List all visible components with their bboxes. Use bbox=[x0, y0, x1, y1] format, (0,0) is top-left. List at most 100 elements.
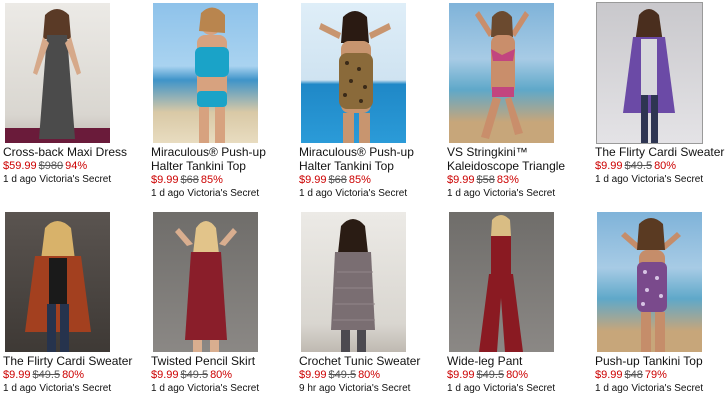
listing-meta: 9 hr ago Victoria's Secret bbox=[299, 383, 445, 395]
product-card[interactable]: Crochet Tunic Sweater $9.99 $49.5 80% 9 hr… bbox=[299, 212, 445, 395]
discount-percent: 80% bbox=[62, 369, 85, 381]
listing-meta: 1 d ago Victoria's Secret bbox=[3, 174, 149, 186]
posted-age: 1 d ago bbox=[151, 188, 185, 199]
product-card[interactable]: Miraculous® Push-up Halter Tankini Top $… bbox=[299, 3, 445, 200]
price-line: $9.99 $49.5 80% bbox=[299, 369, 445, 382]
sale-price: $9.99 bbox=[299, 369, 327, 381]
product-image[interactable] bbox=[301, 3, 406, 143]
product-image[interactable] bbox=[449, 3, 554, 143]
product-image[interactable] bbox=[301, 212, 406, 352]
store-name[interactable]: Victoria's Secret bbox=[39, 383, 111, 394]
discount-percent: 80% bbox=[358, 369, 381, 381]
posted-age: 1 d ago bbox=[447, 188, 481, 199]
store-name[interactable]: Victoria's Secret bbox=[39, 174, 111, 185]
posted-age: 1 d ago bbox=[3, 174, 37, 185]
listing-meta: 1 d ago Victoria's Secret bbox=[595, 174, 727, 186]
sale-price: $9.99 bbox=[595, 369, 623, 381]
discount-percent: 83% bbox=[496, 174, 519, 186]
product-card[interactable]: Push-up Tankini Top $9.99 $48 79% 1 d ago V… bbox=[595, 212, 727, 395]
posted-age: 1 d ago bbox=[151, 383, 185, 394]
product-image[interactable] bbox=[449, 212, 554, 352]
price-line: $9.99 $49.5 80% bbox=[3, 369, 149, 382]
store-name[interactable]: Victoria's Secret bbox=[339, 383, 411, 394]
model-figure bbox=[479, 215, 523, 352]
model-figure bbox=[319, 11, 391, 143]
product-card[interactable]: VS Stringkini™ Kaleidoscope Triangle $9.… bbox=[447, 3, 593, 200]
product-grid: Cross-back Maxi Dress $59.99 $980 94% 1 d … bbox=[0, 0, 727, 405]
original-price: $49.5 bbox=[32, 369, 61, 381]
product-title[interactable]: Cross-back Maxi Dress bbox=[3, 145, 149, 159]
product-title[interactable]: Push-up Tankini Top bbox=[595, 354, 727, 368]
product-title[interactable]: The Flirty Cardi Sweater bbox=[595, 145, 727, 159]
product-card[interactable]: Twisted Pencil Skirt $9.99 $49.5 80% 1 d a… bbox=[151, 212, 297, 395]
sale-price: $9.99 bbox=[299, 174, 327, 186]
listing-meta: 1 d ago Victoria's Secret bbox=[151, 188, 297, 200]
discount-percent: 94% bbox=[65, 160, 88, 172]
price-line: $9.99 $68 85% bbox=[151, 174, 297, 187]
listing-meta: 1 d ago Victoria's Secret bbox=[447, 188, 593, 200]
listing-meta: 1 d ago Victoria's Secret bbox=[447, 383, 593, 395]
product-image[interactable] bbox=[596, 2, 703, 144]
original-price: $68 bbox=[328, 174, 347, 186]
sale-price: $59.99 bbox=[3, 160, 37, 172]
store-name[interactable]: Victoria's Secret bbox=[631, 174, 703, 185]
posted-age: 1 d ago bbox=[595, 383, 629, 394]
posted-age: 1 d ago bbox=[299, 188, 333, 199]
model-figure bbox=[621, 218, 681, 352]
original-price: $68 bbox=[180, 174, 199, 186]
listing-meta: 1 d ago Victoria's Secret bbox=[595, 383, 727, 395]
product-card[interactable]: Miraculous® Push-up Halter Tankini Top $… bbox=[151, 3, 297, 200]
sale-price: $9.99 bbox=[3, 369, 31, 381]
product-title[interactable]: Wide-leg Pant bbox=[447, 354, 593, 368]
original-price: $49.5 bbox=[624, 160, 653, 172]
posted-age: 1 d ago bbox=[3, 383, 37, 394]
product-image[interactable] bbox=[5, 3, 110, 143]
discount-percent: 80% bbox=[654, 160, 677, 172]
product-title[interactable]: Twisted Pencil Skirt bbox=[151, 354, 297, 368]
discount-percent: 80% bbox=[506, 369, 529, 381]
listing-meta: 1 d ago Victoria's Secret bbox=[299, 188, 445, 200]
product-title[interactable]: VS Stringkini™ Kaleidoscope Triangle bbox=[447, 145, 593, 173]
store-name[interactable]: Victoria's Secret bbox=[483, 383, 555, 394]
product-image[interactable] bbox=[5, 212, 110, 352]
store-name[interactable]: Victoria's Secret bbox=[631, 383, 703, 394]
sale-price: $9.99 bbox=[151, 369, 179, 381]
listing-meta: 1 d ago Victoria's Secret bbox=[151, 383, 297, 395]
discount-percent: 85% bbox=[348, 174, 371, 186]
sale-price: $9.99 bbox=[447, 174, 475, 186]
product-card[interactable]: The Flirty Cardi Sweater $9.99 $49.5 80% 1… bbox=[595, 2, 727, 186]
discount-percent: 79% bbox=[644, 369, 667, 381]
price-line: $9.99 $49.5 80% bbox=[595, 160, 727, 173]
price-line: $9.99 $58 83% bbox=[447, 174, 593, 187]
original-price: $49.5 bbox=[476, 369, 505, 381]
discount-percent: 80% bbox=[210, 369, 233, 381]
product-card[interactable]: The Flirty Cardi Sweater $9.99 $49.5 80% 1… bbox=[3, 212, 149, 395]
product-title[interactable]: Miraculous® Push-up Halter Tankini Top bbox=[151, 145, 297, 173]
sale-price: $9.99 bbox=[447, 369, 475, 381]
original-price: $49.5 bbox=[328, 369, 357, 381]
product-title[interactable]: Miraculous® Push-up Halter Tankini Top bbox=[299, 145, 445, 173]
product-card[interactable]: Cross-back Maxi Dress $59.99 $980 94% 1 d … bbox=[3, 3, 149, 186]
price-line: $59.99 $980 94% bbox=[3, 160, 149, 173]
store-name[interactable]: Victoria's Secret bbox=[187, 188, 259, 199]
product-image[interactable] bbox=[153, 212, 258, 352]
original-price: $48 bbox=[624, 369, 643, 381]
product-card[interactable]: Wide-leg Pant $9.99 $49.5 80% 1 d ago Victo… bbox=[447, 212, 593, 395]
price-line: $9.99 $68 85% bbox=[299, 174, 445, 187]
price-line: $9.99 $49.5 80% bbox=[151, 369, 297, 382]
product-image[interactable] bbox=[597, 212, 702, 352]
product-image[interactable] bbox=[153, 3, 258, 143]
sale-price: $9.99 bbox=[151, 174, 179, 186]
store-name[interactable]: Victoria's Secret bbox=[187, 383, 259, 394]
store-name[interactable]: Victoria's Secret bbox=[483, 188, 555, 199]
original-price: $58 bbox=[476, 174, 495, 186]
model-figure bbox=[331, 219, 375, 352]
model-figure bbox=[25, 221, 91, 352]
store-name[interactable]: Victoria's Secret bbox=[335, 188, 407, 199]
posted-age: 9 hr ago bbox=[299, 383, 336, 394]
product-title[interactable]: The Flirty Cardi Sweater bbox=[3, 354, 149, 368]
discount-percent: 85% bbox=[200, 174, 223, 186]
model-figure bbox=[195, 7, 229, 143]
product-title[interactable]: Crochet Tunic Sweater bbox=[299, 354, 445, 368]
model-figure bbox=[475, 11, 529, 139]
